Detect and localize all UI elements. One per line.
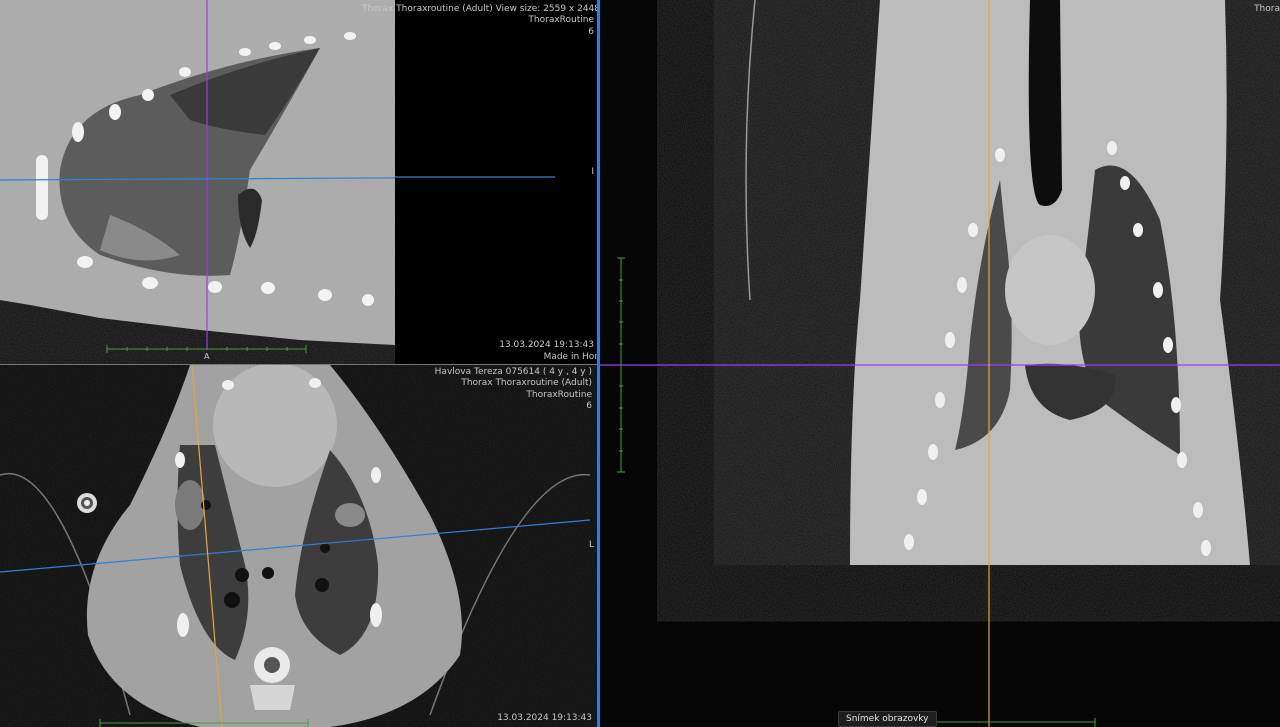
top-slice-number: 6: [588, 27, 594, 37]
bottom-slice-number: 6: [586, 401, 592, 411]
axial-image: [0, 365, 598, 727]
top-orientation-marker: I: [591, 167, 594, 177]
top-date: 13.03.2024 19:13:43: [499, 340, 594, 350]
patient-info: Havlova Tereza 075614 ( 4 y , 4 y ): [434, 367, 592, 377]
right-panel[interactable]: Thora: [600, 0, 1280, 727]
top-protocol: ThoraxRoutine: [528, 15, 594, 25]
reference-marker: [77, 493, 97, 513]
top-series-info: Thorax Thoraxroutine (Adult) View size: …: [362, 4, 600, 14]
bottom-protocol: Thorax Thoraxroutine (Adult): [461, 378, 592, 388]
screenshot-tooltip: Snímek obrazovky: [838, 711, 937, 727]
sagittal-image: [0, 0, 395, 353]
top-left-viewport[interactable]: A: [0, 0, 395, 364]
right-corner-label: Thora: [1254, 4, 1280, 14]
horizontal-divider[interactable]: [0, 364, 598, 365]
top-center-panel: Thorax Thoraxroutine (Adult) View size: …: [362, 0, 608, 364]
bottom-left-viewport[interactable]: Havlova Tereza 075614 ( 4 y , 4 y ) Thor…: [0, 365, 598, 727]
bottom-date: 13.03.2024 19:13:43: [497, 713, 592, 723]
bottom-orientation-marker: L: [588, 540, 594, 550]
coronal-image: [600, 0, 1280, 727]
orientation-label: A: [204, 352, 210, 361]
bottom-protocol-2: ThoraxRoutine: [526, 390, 592, 400]
